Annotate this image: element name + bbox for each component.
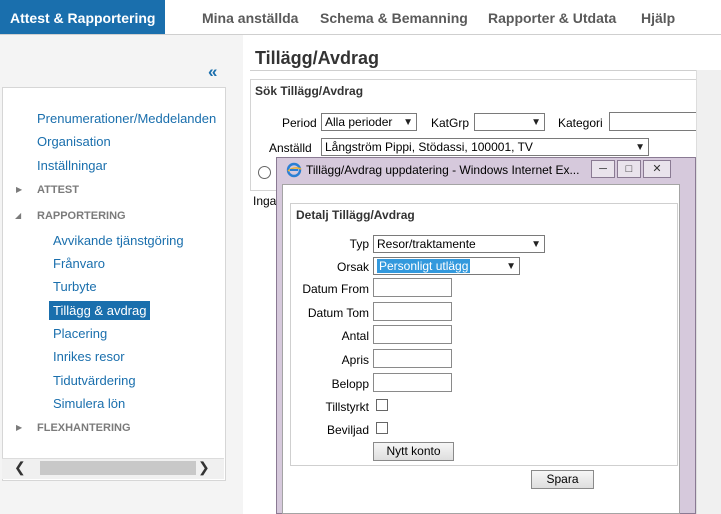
tab-attest-rapportering[interactable]: Attest & Rapportering: [0, 0, 166, 34]
datum-tom-label: Datum Tom: [307, 306, 369, 320]
period-select[interactable]: Alla perioder ▼: [321, 113, 417, 131]
radio-button[interactable]: [258, 166, 271, 179]
beviljad-checkbox[interactable]: [376, 422, 388, 434]
sidebar-link-organisation[interactable]: Organisation: [37, 134, 111, 150]
orsak-select-value: Personligt utlägg: [377, 259, 471, 273]
sidebar-section-flexhantering[interactable]: FLEXHANTERING: [37, 421, 131, 435]
belopp-input[interactable]: [373, 373, 452, 392]
detail-panel-title: Detalj Tillägg/Avdrag: [296, 208, 415, 222]
sidebar-item-tidutvardering[interactable]: Tidutvärdering: [53, 373, 136, 389]
sidebar-link-prenumerationer[interactable]: Prenumerationer/Meddelanden: [37, 111, 216, 127]
main-vertical-scrollbar[interactable]: [696, 70, 721, 514]
beviljad-label: Beviljad: [326, 423, 369, 437]
chevron-down-icon: ▼: [531, 117, 541, 128]
typ-label: Typ: [349, 237, 369, 251]
tillstyrkt-checkbox[interactable]: [376, 399, 388, 411]
search-panel-title: Sök Tillägg/Avdrag: [255, 84, 364, 98]
antal-input[interactable]: [373, 325, 452, 344]
tab-mina-anstallda[interactable]: Mina anställda: [202, 0, 298, 34]
scroll-right-icon[interactable]: ❯: [198, 459, 210, 476]
chevron-down-icon: ▼: [635, 142, 645, 153]
expand-arrow-icon[interactable]: ▶: [16, 423, 22, 433]
sidebar-item-franvaro[interactable]: Frånvaro: [53, 256, 105, 272]
top-navigation: Attest & Rapportering Mina anställda Sch…: [0, 0, 721, 35]
apris-input[interactable]: [373, 349, 452, 368]
sidebar-item-turbyte[interactable]: Turbyte: [53, 279, 97, 295]
kategori-label: Kategori: [558, 116, 603, 130]
chevron-down-icon: ▼: [506, 261, 516, 272]
orsak-select[interactable]: Personligt utlägg ▼: [373, 257, 520, 275]
sidebar-item-placering[interactable]: Placering: [53, 326, 107, 342]
ie-icon: [286, 162, 302, 178]
period-label: Period: [282, 116, 317, 130]
spara-button[interactable]: Spara: [531, 470, 594, 489]
nytt-konto-button[interactable]: Nytt konto: [373, 442, 454, 461]
anstalld-select[interactable]: Långström Pippi, Stödassi, 100001, TV ▼: [321, 138, 649, 156]
tab-hjalp[interactable]: Hjälp: [641, 0, 675, 34]
belopp-label: Belopp: [331, 377, 369, 391]
orsak-label: Orsak: [336, 260, 369, 274]
chevron-down-icon: ▼: [403, 117, 413, 128]
maximize-icon[interactable]: □: [617, 160, 641, 178]
sidebar-item-inrikes-resor[interactable]: Inrikes resor: [53, 349, 125, 365]
tab-schema-bemanning[interactable]: Schema & Bemanning: [320, 0, 468, 34]
anstalld-select-value: Långström Pippi, Stödassi, 100001, TV: [325, 140, 533, 154]
scroll-left-icon[interactable]: ❮: [14, 459, 26, 476]
period-select-value: Alla perioder: [325, 115, 393, 129]
popup-window-title: Tillägg/Avdrag uppdatering - Windows Int…: [306, 163, 580, 177]
tab-rapporter-utdata[interactable]: Rapporter & Utdata: [488, 0, 616, 34]
result-text-truncated: Inga: [253, 194, 277, 208]
sidebar-section-rapportering[interactable]: RAPPORTERING: [37, 209, 126, 223]
katgrp-label: KatGrp: [431, 116, 470, 130]
antal-label: Antal: [341, 329, 369, 343]
sidebar-link-installningar[interactable]: Inställningar: [37, 158, 107, 174]
sidebar-item-avvikande[interactable]: Avvikande tjänstgöring: [53, 233, 184, 249]
katgrp-select[interactable]: ▼: [474, 113, 545, 131]
apris-label: Apris: [341, 353, 369, 367]
datum-tom-input[interactable]: [373, 302, 452, 321]
chevron-down-icon: ▼: [531, 239, 541, 250]
typ-select[interactable]: Resor/traktamente ▼: [373, 235, 545, 253]
datum-from-input[interactable]: [373, 278, 452, 297]
sidebar-item-tillagg-avdrag[interactable]: Tillägg & avdrag: [49, 301, 151, 320]
datum-from-label: Datum From: [302, 282, 369, 296]
scrollbar-thumb[interactable]: [40, 461, 196, 475]
sidebar-section-attest[interactable]: ATTEST: [37, 183, 79, 197]
anstalld-label: Anställd: [269, 141, 312, 155]
typ-select-value: Resor/traktamente: [377, 237, 476, 251]
title-divider: [250, 70, 700, 71]
sidebar-item-simulera-lon[interactable]: Simulera lön: [53, 396, 125, 412]
page-title: Tillägg/Avdrag: [255, 48, 380, 68]
expand-arrow-icon[interactable]: ▶: [16, 185, 22, 195]
collapse-sidebar-icon[interactable]: «: [208, 63, 217, 81]
close-icon[interactable]: ✕: [643, 160, 671, 178]
tillstyrkt-label: Tillstyrkt: [325, 400, 369, 414]
collapse-arrow-icon[interactable]: ◢: [15, 211, 21, 221]
minimize-icon[interactable]: ─: [591, 160, 615, 178]
